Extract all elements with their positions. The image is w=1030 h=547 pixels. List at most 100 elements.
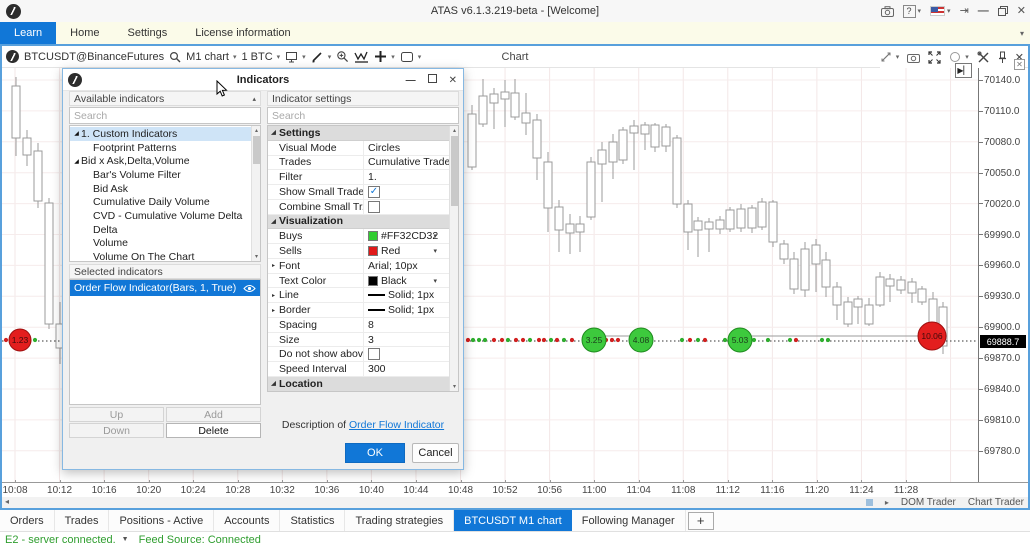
price-axis[interactable]: 69888.7 70140.070110.070080.070050.07002… (978, 68, 1028, 482)
scroll-up-icon[interactable]: ▴ (252, 127, 261, 134)
settings-group-settings[interactable]: ◢Settings (268, 126, 449, 141)
workspace-tab-trading-strategies[interactable]: Trading strategies (345, 510, 454, 531)
ribbon-tab-settings[interactable]: Settings (113, 22, 181, 44)
indicator-description-link[interactable]: Order Flow Indicator (349, 419, 444, 431)
available-indicators-header[interactable]: Available indicators▴ (69, 91, 261, 106)
scroll-up-icon[interactable]: ▴ (450, 127, 459, 134)
language-flag-icon[interactable]: ▾ (930, 6, 951, 16)
chart-trader-toggle[interactable]: Chart Trader (968, 497, 1024, 508)
setting-value[interactable]: Arial; 10px (363, 259, 449, 273)
chart-scrollbar[interactable]: ◂ ▸ DOM Trader Chart Trader (2, 497, 1028, 508)
cancel-button[interactable]: Cancel (412, 443, 459, 463)
settings-row-buys[interactable]: Buys▾#FF32CD32 (268, 229, 449, 244)
available-search-input[interactable] (69, 107, 261, 124)
tree-expander-icon[interactable]: ◢ (72, 130, 81, 137)
setting-value[interactable]: Circles (363, 141, 449, 155)
settings-row-trades[interactable]: TradesCumulative Trades (268, 156, 449, 171)
settings-row-visual-mode[interactable]: Visual ModeCircles (268, 141, 449, 156)
workspace-tab-trades[interactable]: Trades (55, 510, 110, 531)
tree-item-bid-x-ask-delta-volume[interactable]: ◢Bid x Ask,Delta,Volume (70, 154, 251, 168)
add-button[interactable]: Add (166, 407, 261, 422)
checkbox[interactable] (368, 348, 380, 360)
expand-icon[interactable] (928, 51, 941, 64)
group-expander-icon[interactable]: ◢ (268, 129, 279, 136)
down-button[interactable]: Down (69, 423, 164, 438)
ok-button[interactable]: OK (345, 443, 405, 463)
setting-value[interactable]: 8 (363, 318, 449, 332)
tree-item-1-custom-indicators[interactable]: ◢1. Custom Indicators (70, 127, 251, 141)
settings-row-spacing[interactable]: Spacing8 (268, 318, 449, 333)
workspace-tab-btcusdt-m1-chart[interactable]: BTCUSDT M1 chart (454, 510, 572, 531)
symbol-selector[interactable]: BTCUSDT@BinanceFutures (24, 51, 164, 63)
setting-value[interactable]: 3 (363, 333, 449, 347)
minimize-icon[interactable]: — (406, 75, 416, 86)
dom-trader-toggle[interactable]: DOM Trader (901, 497, 956, 508)
setting-value[interactable]: 300 (363, 362, 449, 376)
workspace-tab-statistics[interactable]: Statistics (280, 510, 345, 531)
tree-item-cumulative-daily-volume[interactable]: Cumulative Daily Volume (70, 195, 251, 209)
tree-expander-icon[interactable]: ◢ (72, 158, 81, 165)
settings-row-font[interactable]: ▸FontArial; 10px (268, 259, 449, 274)
checkbox[interactable]: ✓ (368, 186, 380, 198)
help-icon[interactable]: ?▾ (903, 5, 922, 18)
dropdown-icon[interactable]: ▾ (433, 247, 437, 255)
restore-icon[interactable] (998, 6, 1008, 16)
setting-value[interactable]: Cumulative Trades (363, 156, 456, 170)
ribbon-tab-license-information[interactable]: License information (181, 22, 304, 44)
workspace-tab-following-manager[interactable]: Following Manager (572, 510, 686, 531)
group-expander-icon[interactable]: ◢ (268, 218, 279, 225)
tree-item-volume-on-the-chart[interactable]: Volume On The Chart (70, 250, 251, 262)
row-expander-icon[interactable]: ▸ (268, 292, 279, 299)
settings-search-input[interactable] (267, 107, 459, 124)
settings-group-location[interactable]: ◢Location (268, 377, 449, 392)
row-expander-icon[interactable]: ▸ (268, 307, 279, 314)
row-expander-icon[interactable]: ▸ (268, 262, 279, 269)
dropdown-icon[interactable]: ▾ (433, 232, 437, 240)
group-expander-icon[interactable]: ◢ (268, 380, 279, 387)
circle-icon[interactable]: ▾ (949, 51, 969, 63)
add-tab-button[interactable]: + (688, 512, 714, 530)
tree-item-bar-s-volume-filter[interactable]: Bar's Volume Filter (70, 168, 251, 182)
settings-row-text-color[interactable]: Text Color▾Black (268, 274, 449, 289)
setting-value[interactable]: 1. (363, 170, 449, 184)
selected-indicator-item[interactable]: Order Flow Indicator(Bars, 1, True) (70, 280, 260, 296)
dock-icon[interactable]: ⇥ (960, 6, 969, 17)
go-to-latest-button[interactable]: ▶▏ (955, 63, 972, 78)
minimize-icon[interactable]: — (978, 6, 989, 17)
settings-row-sells[interactable]: Sells▾Red (268, 244, 449, 259)
pin-icon[interactable] (998, 51, 1007, 64)
dropdown-icon[interactable]: ▾ (433, 277, 437, 285)
connection-dropdown-icon[interactable]: ▼ (122, 536, 129, 543)
checkbox[interactable] (368, 201, 380, 213)
delete-button[interactable]: Delete (166, 423, 261, 438)
workspace-tab-positions-active[interactable]: Positions - Active (109, 510, 214, 531)
scroll-left-icon[interactable]: ◂ (5, 497, 9, 506)
resize-arrows-icon[interactable]: ▾ (880, 51, 900, 63)
axis-settings-icon[interactable]: ✕ (1014, 59, 1025, 70)
close-icon[interactable]: ✕ (449, 75, 457, 86)
camera-icon[interactable] (881, 6, 894, 17)
settings-row-show-small-trades[interactable]: Show Small Trades✓ (268, 185, 449, 200)
settings-row-size[interactable]: Size3 (268, 333, 449, 348)
close-icon[interactable]: ✕ (1017, 6, 1026, 17)
settings-row-combine-small-tr-[interactable]: Combine Small Tr... (268, 200, 449, 215)
up-button[interactable]: Up (69, 407, 164, 422)
workspace-tab-orders[interactable]: Orders (0, 510, 55, 531)
settings-row-do-not-show-abov-[interactable]: Do not show abov... (268, 347, 449, 362)
scroll-right-icon[interactable]: ▸ (885, 498, 889, 507)
setting-value[interactable]: Solid; 1px (363, 288, 449, 302)
setting-value[interactable] (363, 347, 449, 361)
line-chart-icon[interactable] (354, 50, 369, 63)
settings-scrollbar[interactable]: ▴ ▾ (449, 126, 458, 391)
zoom-in-icon[interactable] (336, 50, 349, 63)
camera-icon[interactable] (907, 52, 920, 63)
plus-icon[interactable]: ▾ (374, 50, 395, 63)
tree-item-volume[interactable]: Volume (70, 237, 251, 251)
settings-row-speed-interval[interactable]: Speed Interval300 (268, 362, 449, 377)
scroll-down-icon[interactable]: ▾ (252, 253, 261, 260)
tree-item-cvd-cumulative-volume-delta[interactable]: CVD - Cumulative Volume Delta (70, 209, 251, 223)
ribbon-tab-home[interactable]: Home (56, 22, 113, 44)
tree-item-footprint-patterns[interactable]: Footprint Patterns (70, 141, 251, 155)
timeframe-selector[interactable]: M1 chart▾ (186, 51, 236, 63)
search-icon[interactable] (169, 51, 181, 63)
